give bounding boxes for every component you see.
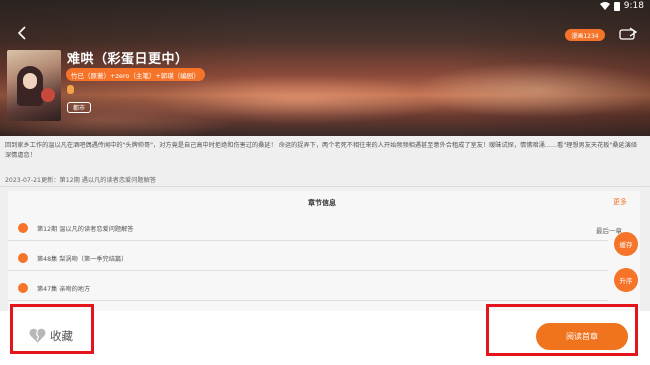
comic-cover — [7, 50, 61, 121]
battery-icon — [613, 1, 620, 11]
chevron-left-icon — [17, 26, 26, 40]
chapter-card: 章节信息 更多 第12期 温以凡的读者恋爱问题解答 第48集 梨涡吻（第一季完结… — [8, 191, 640, 311]
chapter-dot-icon — [18, 283, 28, 293]
chapter-name: 第48集 梨涡吻（第一季完结篇） — [37, 256, 128, 263]
comic-title: 难哄（彩蛋日更中） — [67, 52, 189, 67]
cache-button[interactable]: 缓存 — [614, 232, 638, 256]
update-info: 2023-07-21更新：第12期 遇以凡的读者恋爱问题解答 — [5, 177, 156, 184]
genre-tag[interactable]: 都市 — [67, 102, 92, 113]
chapter-dot-icon — [18, 253, 28, 263]
section-title: 章节信息 — [308, 199, 336, 207]
back-button[interactable] — [14, 24, 32, 42]
chapter-dot-icon — [18, 223, 28, 233]
description: 回到家乡工作的温以凡在酒吧偶遇传闻中的"头牌帅哥"，对方竟是自己高中时拒绝和伤害… — [5, 142, 638, 159]
status-time: 9:18 — [623, 1, 644, 11]
rating-pill — [67, 85, 74, 94]
share-icon[interactable] — [618, 27, 638, 41]
chapter-name: 第12期 温以凡的读者恋爱问题解答 — [37, 226, 134, 233]
authors-badge: 竹已（原著）+zero（主笔）+郭瑛（编剧） — [66, 68, 205, 81]
chapter-row[interactable]: 第48集 梨涡吻（第一季完结篇） — [8, 245, 608, 271]
chapter-row[interactable]: 第47集 亲吻的地方 — [8, 275, 608, 301]
highlight-box — [486, 304, 638, 356]
chapter-row[interactable]: 第12期 温以凡的读者恋爱问题解答 — [8, 215, 608, 241]
chapter-name: 第47集 亲吻的地方 — [37, 286, 91, 293]
status-bar: 9:18 — [0, 0, 650, 14]
wifi-icon — [599, 2, 610, 10]
divider — [0, 186, 650, 187]
highlight-box — [10, 304, 94, 354]
sort-button[interactable]: 升序 — [614, 268, 638, 292]
hot-badge: 漫画1234 — [565, 29, 605, 41]
chapter-header: 章节信息 更多 — [8, 191, 640, 215]
more-link[interactable]: 更多 — [613, 197, 627, 207]
